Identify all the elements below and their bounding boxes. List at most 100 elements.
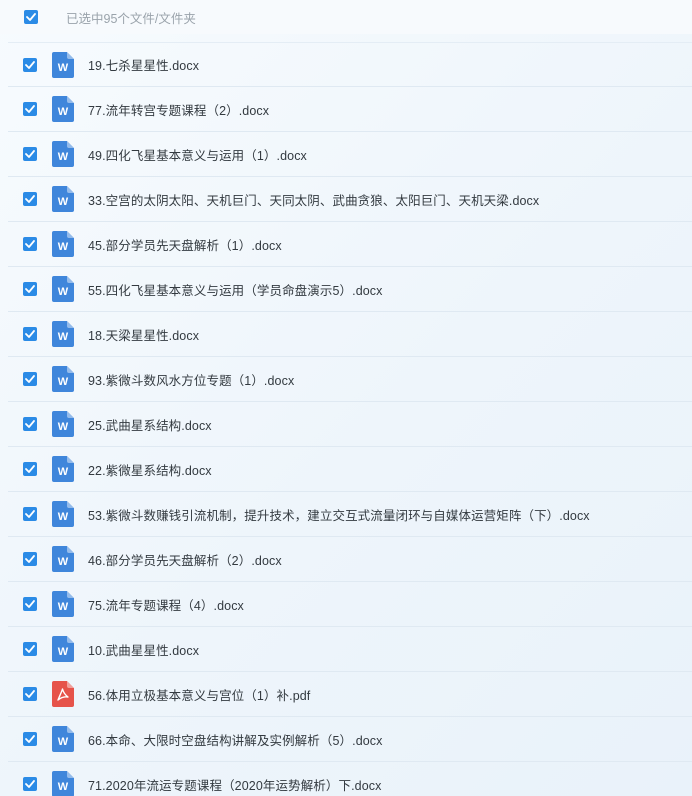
file-name[interactable]: 22.紫微星系结构.docx <box>88 460 212 479</box>
check-icon <box>25 105 35 113</box>
svg-text:W: W <box>58 196 69 208</box>
svg-text:W: W <box>58 781 69 793</box>
file-name[interactable]: 71.2020年流运专题课程（2020年运势解析）下.docx <box>88 775 381 794</box>
file-row[interactable]: W 71.2020年流运专题课程（2020年运势解析）下.docx <box>8 762 692 796</box>
file-row[interactable]: W 10.武曲星星性.docx <box>8 627 692 672</box>
file-name[interactable]: 56.体用立极基本意义与宫位（1）补.pdf <box>88 685 310 704</box>
file-name[interactable]: 46.部分学员先天盘解析（2）.docx <box>88 550 282 569</box>
file-checkbox[interactable] <box>23 777 37 791</box>
file-browser: 已选中95个文件/文件夹 W 19.七杀星星性.docx W 77.流年转宫专题课程（… <box>0 0 692 796</box>
file-checkbox[interactable] <box>23 597 37 611</box>
file-checkbox[interactable] <box>23 507 37 521</box>
file-row[interactable]: 56.体用立极基本意义与宫位（1）补.pdf <box>8 672 692 717</box>
svg-text:W: W <box>58 286 69 298</box>
check-icon <box>25 285 35 293</box>
file-name[interactable]: 33.空宫的太阴太阳、天机巨门、天同太阴、武曲贪狼、太阳巨门、天机天梁.docx <box>88 190 539 209</box>
file-checkbox[interactable] <box>23 57 37 72</box>
file-name[interactable]: 53.紫微斗数赚钱引流机制，提升技术，建立交互式流量闭环与自媒体运营矩阵（下）.… <box>88 505 590 524</box>
word-icon: W <box>52 231 74 257</box>
svg-text:W: W <box>58 241 69 253</box>
check-icon <box>25 150 35 158</box>
file-row[interactable]: W 33.空宫的太阴太阳、天机巨门、天同太阴、武曲贪狼、太阳巨门、天机天梁.doc… <box>8 177 692 222</box>
word-icon: W <box>52 141 74 167</box>
file-name[interactable]: 18.天梁星星性.docx <box>88 325 199 344</box>
file-checkbox[interactable] <box>23 282 37 296</box>
file-name[interactable]: 66.本命、大限时空盘结构讲解及实例解析（5）.docx <box>88 730 383 749</box>
word-icon: W <box>52 96 74 122</box>
pdf-icon <box>52 681 74 707</box>
check-icon <box>25 195 35 203</box>
file-checkbox[interactable] <box>23 552 37 566</box>
svg-text:W: W <box>58 106 69 118</box>
check-icon <box>25 690 35 698</box>
file-checkbox[interactable] <box>23 147 37 161</box>
check-icon <box>25 645 35 653</box>
svg-text:W: W <box>58 62 69 74</box>
file-row[interactable]: W 22.紫微星系结构.docx <box>8 447 692 492</box>
file-name[interactable]: 55.四化飞星基本意义与运用（学员命盘演示5）.docx <box>88 280 383 299</box>
file-name[interactable]: 45.部分学员先天盘解析（1）.docx <box>88 235 282 254</box>
check-icon <box>25 60 35 69</box>
file-name[interactable]: 93.紫微斗数风水方位专题（1）.docx <box>88 370 294 389</box>
word-icon: W <box>52 546 74 572</box>
svg-text:W: W <box>58 556 69 568</box>
check-icon <box>25 555 35 563</box>
file-row[interactable]: W 55.四化飞星基本意义与运用（学员命盘演示5）.docx <box>8 267 692 312</box>
check-icon <box>25 780 35 788</box>
check-icon <box>25 510 35 518</box>
check-icon <box>25 330 35 338</box>
file-row[interactable]: W 25.武曲星系结构.docx <box>8 402 692 447</box>
file-row[interactable]: W 49.四化飞星基本意义与运用（1）.docx <box>8 132 692 177</box>
check-icon <box>25 600 35 608</box>
word-icon: W <box>52 726 74 752</box>
file-checkbox[interactable] <box>23 237 37 251</box>
word-icon: W <box>52 411 74 437</box>
file-checkbox[interactable] <box>23 462 37 476</box>
file-name[interactable]: 75.流年专题课程（4）.docx <box>88 595 244 614</box>
word-icon: W <box>52 636 74 662</box>
word-icon: W <box>52 771 74 796</box>
svg-text:W: W <box>58 421 69 433</box>
svg-text:W: W <box>58 736 69 748</box>
file-list: W 19.七杀星星性.docx W 77.流年转宫专题课程（2）.docx W 49.四化… <box>8 42 692 796</box>
file-checkbox[interactable] <box>23 192 37 206</box>
file-row[interactable]: W 66.本命、大限时空盘结构讲解及实例解析（5）.docx <box>8 717 692 762</box>
file-checkbox[interactable] <box>23 372 37 386</box>
svg-text:W: W <box>58 646 69 658</box>
file-name[interactable]: 19.七杀星星性.docx <box>88 55 199 74</box>
file-name[interactable]: 77.流年转宫专题课程（2）.docx <box>88 100 269 119</box>
check-icon <box>25 735 35 743</box>
file-name[interactable]: 49.四化飞星基本意义与运用（1）.docx <box>88 145 307 164</box>
file-row[interactable]: W 93.紫微斗数风水方位专题（1）.docx <box>8 357 692 402</box>
select-all-checkbox[interactable] <box>24 10 38 24</box>
file-name[interactable]: 25.武曲星系结构.docx <box>88 415 212 434</box>
file-checkbox[interactable] <box>23 102 37 116</box>
word-icon: W <box>52 456 74 482</box>
file-checkbox[interactable] <box>23 687 37 701</box>
check-icon <box>25 240 35 248</box>
file-checkbox[interactable] <box>23 642 37 656</box>
file-checkbox[interactable] <box>23 417 37 431</box>
svg-text:W: W <box>58 331 69 343</box>
file-row[interactable]: W 77.流年转宫专题课程（2）.docx <box>8 87 692 132</box>
file-row[interactable]: W 19.七杀星星性.docx <box>8 42 692 87</box>
check-icon <box>26 13 36 21</box>
word-icon: W <box>52 321 74 347</box>
file-row[interactable]: W 18.天梁星星性.docx <box>8 312 692 357</box>
word-icon: W <box>52 501 74 527</box>
word-icon: W <box>52 51 74 78</box>
file-name[interactable]: 10.武曲星星性.docx <box>88 640 199 659</box>
word-icon: W <box>52 591 74 617</box>
svg-text:W: W <box>58 466 69 478</box>
check-icon <box>25 465 35 473</box>
svg-text:W: W <box>58 511 69 523</box>
file-checkbox[interactable] <box>23 327 37 341</box>
file-row[interactable]: W 45.部分学员先天盘解析（1）.docx <box>8 222 692 267</box>
word-icon: W <box>52 186 74 212</box>
check-icon <box>25 375 35 383</box>
file-checkbox[interactable] <box>23 732 37 746</box>
selection-header: 已选中95个文件/文件夹 <box>0 0 692 34</box>
file-row[interactable]: W 75.流年专题课程（4）.docx <box>8 582 692 627</box>
file-row[interactable]: W 46.部分学员先天盘解析（2）.docx <box>8 537 692 582</box>
file-row[interactable]: W 53.紫微斗数赚钱引流机制，提升技术，建立交互式流量闭环与自媒体运营矩阵（下）… <box>8 492 692 537</box>
